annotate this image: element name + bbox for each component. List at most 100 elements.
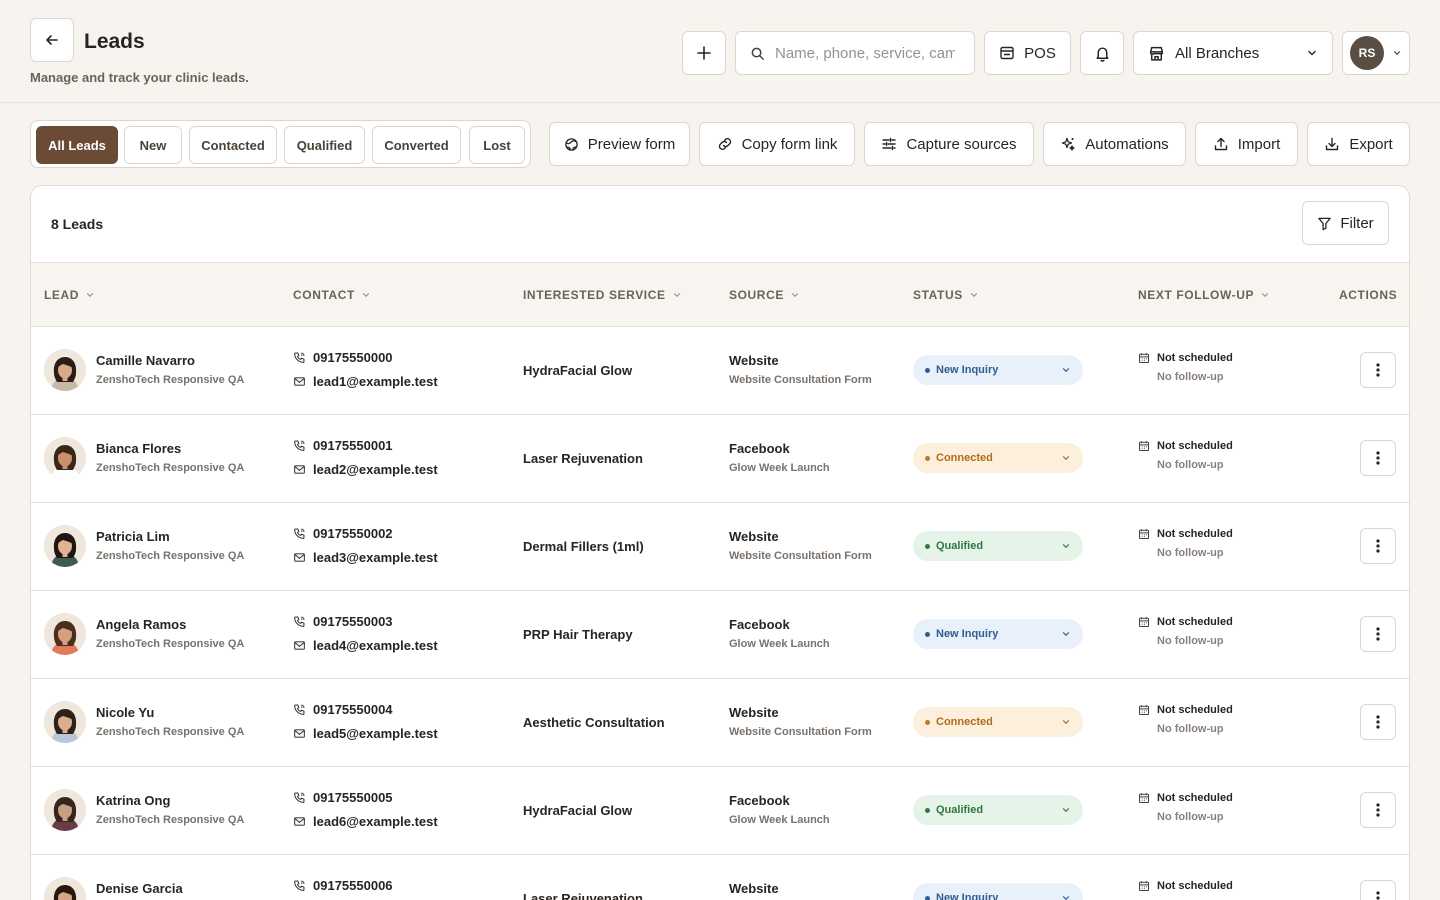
register-icon [999, 45, 1015, 61]
preview-form-button[interactable]: Preview form [549, 122, 690, 166]
column-lead[interactable]: LEAD [44, 288, 95, 302]
contact-phone[interactable]: 09175550006 [293, 878, 393, 893]
table-row[interactable]: Denise GarciaZenshoTech Responsive QA091… [31, 855, 1409, 900]
phone-number: 09175550002 [313, 526, 393, 541]
next-follow-up: Not scheduledNo follow-up [1138, 440, 1233, 471]
table-row[interactable]: Nicole Yu ZenshoTech Responsive QA 0917555… [31, 679, 1409, 767]
chevron-down-icon [1061, 805, 1071, 815]
contact-phone[interactable]: 09175550001 [293, 438, 393, 453]
column-source[interactable]: SOURCE [729, 288, 800, 302]
download-icon [1324, 136, 1340, 152]
row-actions-button[interactable] [1360, 528, 1396, 564]
lead-name[interactable]: Katrina Ong [96, 793, 170, 808]
status-dot [925, 455, 930, 461]
tab-all-leads[interactable]: All Leads [36, 126, 118, 164]
contact-email[interactable]: lead6@example.test [293, 814, 438, 829]
status-select[interactable]: Connected [913, 443, 1083, 473]
status-select[interactable]: Connected [913, 707, 1083, 737]
automations-button[interactable]: Automations [1043, 122, 1186, 166]
branch-selector[interactable]: All Branches [1133, 31, 1333, 75]
table-row[interactable]: Angela Ramos ZenshoTech Responsive QA 0917… [31, 591, 1409, 679]
table-row[interactable]: Katrina Ong ZenshoTech Responsive QA 09175… [31, 767, 1409, 855]
lead-source-detail: Glow Week Launch [729, 462, 830, 474]
filter-icon [1317, 216, 1332, 231]
interested-service: HydraFacial Glow [523, 363, 633, 378]
toolbar: All Leads New Contacted Qualified Conver… [30, 120, 1410, 170]
chevron-down-icon [1061, 893, 1071, 900]
contact-email[interactable]: lead1@example.test [293, 374, 438, 389]
follow-up-date: Not scheduled [1157, 704, 1233, 716]
search-input[interactable] [775, 44, 955, 62]
row-actions-button[interactable] [1360, 880, 1396, 900]
more-vertical-icon [1376, 626, 1380, 642]
calendar-icon [1138, 616, 1150, 628]
chevron-down-icon [1061, 717, 1071, 727]
lead-name[interactable]: Camille Navarro [96, 353, 195, 368]
contact-phone[interactable]: 09175550004 [293, 702, 393, 717]
page-subtitle: Manage and track your clinic leads. [30, 70, 249, 85]
search-icon [750, 46, 765, 61]
contact-phone[interactable]: 09175550005 [293, 790, 393, 805]
filter-button[interactable]: Filter [1302, 201, 1389, 245]
mail-icon [293, 463, 306, 476]
lead-name[interactable]: Angela Ramos [96, 617, 186, 632]
lead-source-detail: Website Consultation Form [729, 726, 872, 738]
status-select[interactable]: Qualified [913, 795, 1083, 825]
lead-name[interactable]: Bianca Flores [96, 441, 181, 456]
table-row[interactable]: Patricia Lim ZenshoTech Responsive QA 0917… [31, 503, 1409, 591]
search-box[interactable] [735, 31, 975, 75]
status-label: Qualified [936, 804, 984, 816]
contact-email[interactable]: lead5@example.test [293, 726, 438, 741]
row-actions-button[interactable] [1360, 616, 1396, 652]
lead-name[interactable]: Nicole Yu [96, 705, 154, 720]
phone-icon [293, 615, 306, 628]
contact-email[interactable]: lead3@example.test [293, 550, 438, 565]
status-select[interactable]: Qualified [913, 531, 1083, 561]
copy-form-link-button[interactable]: Copy form link [699, 122, 855, 166]
tab-lost[interactable]: Lost [469, 126, 525, 164]
contact-email[interactable]: lead2@example.test [293, 462, 438, 477]
notifications-button[interactable] [1080, 31, 1124, 75]
column-interested-service[interactable]: INTERESTED SERVICE [523, 288, 682, 302]
contact-phone[interactable]: 09175550000 [293, 350, 393, 365]
status-select[interactable]: New Inquiry [913, 355, 1083, 385]
row-actions-button[interactable] [1360, 792, 1396, 828]
contact-phone[interactable]: 09175550002 [293, 526, 393, 541]
follow-up-note: No follow-up [1157, 723, 1224, 735]
user-avatar: RS [1350, 36, 1384, 70]
pos-button[interactable]: POS [984, 31, 1071, 75]
contact-email[interactable]: lead4@example.test [293, 638, 438, 653]
status-select[interactable]: New Inquiry [913, 883, 1083, 900]
table-row[interactable]: Bianca Flores ZenshoTech Responsive QA 091… [31, 415, 1409, 503]
status-select[interactable]: New Inquiry [913, 619, 1083, 649]
row-actions-button[interactable] [1360, 704, 1396, 740]
lead-name[interactable]: Patricia Lim [96, 529, 170, 544]
tab-qualified[interactable]: Qualified [284, 126, 365, 164]
status-label: New Inquiry [936, 364, 999, 376]
row-actions-button[interactable] [1360, 440, 1396, 476]
row-actions-button[interactable] [1360, 352, 1396, 388]
next-follow-up: Not scheduledNo follow-up [1138, 528, 1233, 559]
column-next-follow-up[interactable]: NEXT FOLLOW-UP [1138, 288, 1270, 302]
tab-contacted[interactable]: Contacted [189, 126, 277, 164]
tab-new[interactable]: New [124, 126, 182, 164]
capture-sources-button[interactable]: Capture sources [864, 122, 1034, 166]
lead-name[interactable]: Denise Garcia [96, 881, 183, 896]
export-button[interactable]: Export [1307, 122, 1410, 166]
chevron-down-icon [1061, 541, 1071, 551]
contact-phone[interactable]: 09175550003 [293, 614, 393, 629]
next-follow-up: Not scheduledNo follow-up [1138, 880, 1233, 900]
column-status[interactable]: STATUS [913, 288, 979, 302]
phone-number: 09175550005 [313, 790, 393, 805]
table-row[interactable]: Camille Navarro ZenshoTech Responsive QA 0… [31, 327, 1409, 415]
add-lead-button[interactable] [682, 31, 726, 75]
import-label: Import [1237, 135, 1281, 153]
user-menu-button[interactable]: RS [1342, 31, 1410, 75]
tab-converted[interactable]: Converted [372, 126, 461, 164]
lead-photo [44, 701, 86, 743]
import-button[interactable]: Import [1195, 122, 1298, 166]
back-button[interactable] [30, 18, 74, 62]
column-actions: ACTIONS [1339, 288, 1398, 302]
phone-icon [293, 527, 306, 540]
column-contact[interactable]: CONTACT [293, 288, 371, 302]
